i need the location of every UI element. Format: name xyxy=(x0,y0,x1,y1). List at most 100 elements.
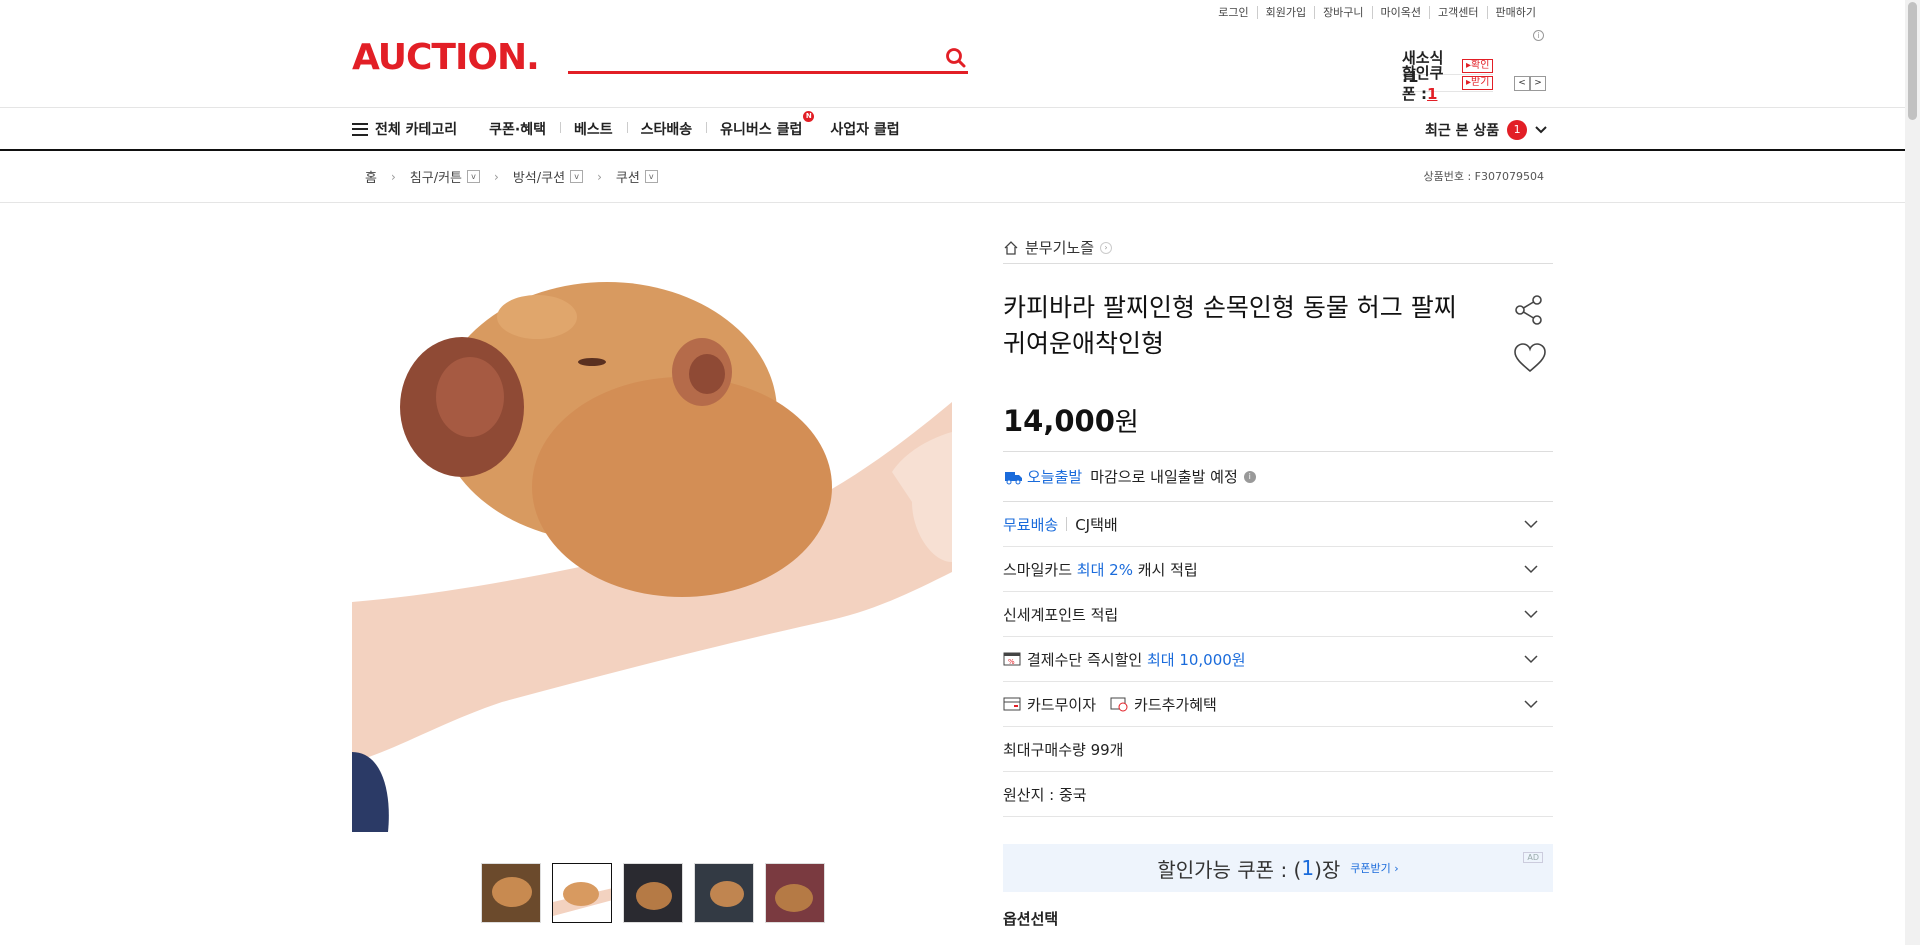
nav-coupon[interactable]: 쿠폰·혜택 xyxy=(489,119,546,139)
shipping-row[interactable]: 무료배송 CJ택배 xyxy=(1003,502,1553,547)
home-icon xyxy=(1004,240,1018,255)
dropdown-icon[interactable]: v xyxy=(467,170,481,183)
prev-icon[interactable]: < xyxy=(1514,76,1530,91)
search-icon[interactable] xyxy=(944,46,968,70)
card-interest-label: 카드무이자 xyxy=(1027,695,1097,714)
chevron-right-icon: › xyxy=(494,169,499,184)
thumbnail[interactable] xyxy=(623,863,683,923)
max-quantity-row: 최대구매수량 99개 xyxy=(1003,727,1553,772)
payment-discount-label: 결제수단 즉시할인 xyxy=(1027,650,1143,669)
my-auction-link[interactable]: 마이옥션 xyxy=(1371,6,1429,19)
card-plus-icon xyxy=(1110,697,1128,712)
breadcrumb: 홈 › 침구/커튼 v › 방석/쿠션 v › 쿠션 v 상품번호 : F307079… xyxy=(0,151,1920,203)
thumbnail-active[interactable] xyxy=(552,863,612,923)
nav-business-club[interactable]: 사업자 클럽 xyxy=(830,119,899,139)
store-name: 분무기노즐 xyxy=(1025,239,1095,257)
thumbnail-list xyxy=(481,863,825,923)
today-text: 마감으로 내일출발 예정 xyxy=(1090,468,1238,486)
signup-link[interactable]: 회원가입 xyxy=(1256,6,1314,19)
thumbnail[interactable] xyxy=(694,863,754,923)
product-number: 상품번호 : F307079504 xyxy=(1423,170,1545,183)
mini-notice: 새소식 :1 ▸확인 할인쿠폰 :1 ▸받기 xyxy=(1402,49,1494,103)
crumb-home[interactable]: 홈 xyxy=(365,167,377,186)
chevron-down-icon xyxy=(1524,655,1538,664)
option-select-label: 옵션선택 xyxy=(1003,910,1059,928)
crumb-cushion-cat[interactable]: 방석/쿠션 xyxy=(513,167,565,186)
shinsegae-label: 신세계포인트 적립 xyxy=(1003,605,1119,624)
product-main-image[interactable] xyxy=(352,232,952,832)
recent-products[interactable]: 최근 본 상품 1 xyxy=(1425,120,1549,140)
coupon-banner[interactable]: 할인가능 쿠폰 : (1)장 쿠폰받기 › AD xyxy=(1003,844,1553,892)
search-input[interactable] xyxy=(568,40,968,74)
chevron-down-icon xyxy=(1524,565,1538,574)
page: 로그인 회원가입 장바구니 마이옥션 고객센터 판매하기 i AUCTION. … xyxy=(0,0,1920,945)
payment-discount-max: 최대 10,000원 xyxy=(1146,650,1246,669)
all-categories-button[interactable]: 전체 카테고리 xyxy=(375,119,457,139)
notice-pager: < > xyxy=(1514,76,1546,91)
customer-center-link[interactable]: 고객센터 xyxy=(1429,6,1486,19)
nav-universe-club[interactable]: 유니버스 클럽 N xyxy=(706,111,815,139)
coupon-get-link[interactable]: 쿠폰받기 › xyxy=(1350,860,1398,876)
price: 14,000원 xyxy=(1003,402,1553,452)
shinsegae-row[interactable]: 신세계포인트 적립 xyxy=(1003,592,1553,637)
dropdown-icon[interactable]: v xyxy=(570,170,584,183)
chevron-down-icon xyxy=(1524,610,1538,619)
hamburger-icon[interactable] xyxy=(352,122,368,136)
coupon-text: 할인가능 쿠폰 : ( xyxy=(1157,857,1302,882)
chevron-down-icon xyxy=(1535,126,1547,134)
thumbnail[interactable] xyxy=(481,863,541,923)
coupon-count: 1 xyxy=(1301,856,1315,880)
store-link[interactable]: 분무기노즐 › xyxy=(1003,232,1553,264)
recent-label: 최근 본 상품 xyxy=(1425,123,1500,139)
nav-star-delivery[interactable]: 스타배송 xyxy=(626,119,692,139)
chevron-right-icon: › xyxy=(390,169,396,184)
product-title: 카피바라 팔찌인형 손목인형 동물 허그 팔찌 귀여운애착인형 xyxy=(1003,293,1457,358)
coupon-receive-button[interactable]: ▸받기 xyxy=(1462,76,1494,90)
global-nav: 전체 카테고리 쿠폰·혜택 베스트 스타배송 유니버스 클럽 N 사업자 클럽 최… xyxy=(0,107,1920,151)
cart-link[interactable]: 장바구니 xyxy=(1314,6,1371,19)
truck-icon xyxy=(1005,471,1022,484)
discount-icon: % xyxy=(1003,652,1021,666)
payment-discount-row[interactable]: % 결제수단 즉시할인 최대 10,000원 xyxy=(1003,637,1553,682)
dropdown-icon[interactable]: v xyxy=(644,170,658,183)
chevron-right-icon: › xyxy=(597,169,602,184)
login-link[interactable]: 로그인 xyxy=(1210,6,1256,19)
smile-card-rate: 최대 2% xyxy=(1076,560,1133,579)
carrier: CJ택배 xyxy=(1075,515,1118,534)
card-extra-label: 카드추가혜택 xyxy=(1134,695,1217,714)
nav-best[interactable]: 베스트 xyxy=(560,119,613,139)
info-icon[interactable]: i xyxy=(1533,30,1544,41)
share-icon[interactable] xyxy=(1513,294,1545,326)
chevron-down-icon xyxy=(1524,520,1538,529)
auction-logo[interactable]: AUCTION. xyxy=(352,38,540,78)
crumb-bedding[interactable]: 침구/커튼 xyxy=(410,167,462,186)
max-quantity: 최대구매수량 99개 xyxy=(1003,740,1124,759)
recent-count-badge: 1 xyxy=(1507,120,1528,140)
info-icon[interactable]: i xyxy=(1243,470,1256,483)
price-currency: 원 xyxy=(1114,408,1139,438)
scrollbar[interactable] xyxy=(1905,0,1920,945)
scrollbar-thumb[interactable] xyxy=(1908,2,1917,120)
coupon-count[interactable]: 1 xyxy=(1427,85,1437,103)
card-benefit-row[interactable]: 카드무이자 카드추가혜택 xyxy=(1003,682,1553,727)
sell-link[interactable]: 판매하기 xyxy=(1486,6,1544,19)
smile-card-label: 스마일카드 xyxy=(1003,560,1073,579)
svg-text:%: % xyxy=(1008,658,1015,666)
smile-card-row[interactable]: 스마일카드 최대 2% 캐시 적립 xyxy=(1003,547,1553,592)
coupon-unit: )장 xyxy=(1314,857,1341,882)
origin: 원산지 : 중국 xyxy=(1003,785,1087,804)
heart-icon[interactable] xyxy=(1513,342,1547,374)
chevron-down-icon xyxy=(1524,700,1538,709)
chevron-right-icon: › xyxy=(1100,241,1113,254)
origin-row: 원산지 : 중국 xyxy=(1003,772,1553,817)
card-icon xyxy=(1003,697,1021,711)
crumb-cushion[interactable]: 쿠션 xyxy=(616,167,640,186)
today-label: 오늘출발 xyxy=(1027,468,1083,486)
product-info-panel: 분무기노즐 › 카피바라 팔찌인형 손목인형 동물 허그 팔찌 귀여운애착인형 … xyxy=(1003,232,1553,929)
thumbnail[interactable] xyxy=(765,863,825,923)
price-value: 14,000 xyxy=(1003,404,1115,438)
news-confirm-button[interactable]: ▸확인 xyxy=(1462,59,1494,73)
next-icon[interactable]: > xyxy=(1530,76,1546,91)
smile-card-suffix: 캐시 적립 xyxy=(1137,560,1198,579)
new-badge: N xyxy=(803,111,815,122)
